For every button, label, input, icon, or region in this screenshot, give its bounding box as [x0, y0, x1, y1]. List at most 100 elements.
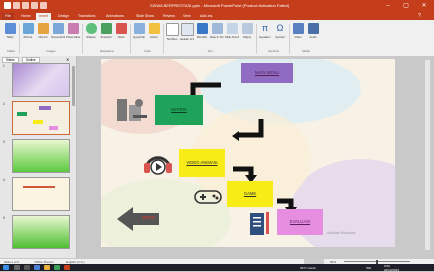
main-menu-box[interactable]: MAIN MENU — [241, 63, 293, 83]
help-icon[interactable]: ? — [418, 13, 421, 19]
shapes-icon — [85, 23, 97, 34]
maximize-button[interactable]: ▢ — [400, 2, 412, 10]
window-title: SISWA BERPRESTASI.pptx - Microsoft Power… — [150, 3, 290, 8]
back-label[interactable]: BACK — [137, 212, 161, 224]
minimize-button[interactable]: – — [382, 2, 394, 10]
video-animasi-box[interactable]: VIDEO ANIMASI — [179, 149, 225, 177]
slide-canvas[interactable]: MAIN MENU MATERI VIDEO ANIMASI GAME EVAL… — [101, 59, 395, 247]
powerpoint-logo-icon — [4, 2, 11, 9]
reading-student-icon — [117, 99, 147, 121]
symbol-icon: Ω — [274, 23, 286, 34]
tab-design[interactable]: Design — [55, 13, 72, 20]
save-icon[interactable] — [13, 2, 20, 9]
shapes-button[interactable]: Shapes — [84, 23, 98, 45]
audio-button[interactable]: Audio — [306, 23, 320, 45]
picture-icon — [22, 23, 34, 34]
slide-number-icon — [226, 23, 238, 34]
tab-view[interactable]: View — [180, 13, 194, 20]
thumb-shape — [49, 126, 58, 130]
separator — [19, 24, 20, 54]
ribbon-tabs: File Home Insert Design Transitions Anim… — [0, 12, 434, 20]
edge-icon[interactable] — [34, 265, 40, 270]
slide-thumbnail-1[interactable] — [12, 63, 70, 97]
tab-transitions[interactable]: Transitions — [75, 13, 98, 20]
taskbar: 32°C Cerah IND 9:00 20/12/2023 — [0, 264, 434, 272]
thumb-shape — [17, 112, 27, 116]
slide-number: 2 — [3, 102, 5, 106]
equation-icon: π — [259, 23, 271, 34]
smartart-button[interactable]: SmartArt — [99, 23, 113, 45]
group-illustrations: Illustrations — [99, 49, 115, 53]
search-icon[interactable] — [14, 265, 20, 270]
game-box[interactable]: GAME — [227, 181, 273, 207]
date-time-button[interactable]: Date & Time — [210, 23, 224, 45]
date-time-icon — [211, 23, 223, 34]
group-symbols: Symbols — [268, 49, 279, 53]
separator — [130, 24, 131, 54]
photo-album-button[interactable]: Photo Album — [66, 23, 80, 45]
group-links: Links — [144, 49, 151, 53]
video-button[interactable]: Video — [291, 23, 305, 45]
activate-windows-watermark: Activate Windows — [327, 231, 356, 235]
slide-thumbnail-3[interactable] — [12, 139, 70, 173]
table-button[interactable]: Table — [3, 23, 17, 45]
group-images: Images — [46, 49, 56, 53]
object-button[interactable]: Object — [240, 23, 254, 45]
header-footer-button[interactable]: Header & Footer — [180, 23, 194, 45]
tab-file[interactable]: File — [2, 13, 14, 20]
clip-art-button[interactable]: Clip Art — [36, 23, 50, 45]
table-icon — [4, 23, 16, 34]
wordart-button[interactable]: WordArt — [195, 23, 209, 45]
tab-insert[interactable]: Insert — [36, 13, 51, 20]
thumb-shape — [23, 186, 55, 188]
redo-icon[interactable] — [31, 2, 38, 9]
thumb-shape — [33, 120, 43, 124]
audio-icon — [307, 23, 319, 34]
task-view-icon[interactable] — [24, 265, 30, 270]
chart-button[interactable]: Chart — [114, 23, 128, 45]
picture-button[interactable]: Picture — [21, 23, 35, 45]
action-button[interactable]: Action — [147, 23, 161, 45]
hyperlink-icon — [133, 23, 145, 34]
text-box-button[interactable]: Text Box — [165, 23, 179, 45]
slide-thumbnail-2[interactable] — [12, 101, 70, 135]
tab-home[interactable]: Home — [18, 13, 34, 20]
smartart-icon — [100, 23, 112, 34]
evaluasi-box[interactable]: EVALUASI — [277, 209, 323, 235]
separator — [289, 24, 290, 54]
slide-number-button[interactable]: Slide Number — [225, 23, 239, 45]
start-icon[interactable] — [3, 265, 9, 270]
clip-art-icon — [37, 23, 49, 34]
quick-access-toolbar — [4, 2, 47, 9]
tab-slide-show[interactable]: Slide Show — [133, 13, 157, 20]
customize-qat-icon[interactable] — [40, 2, 47, 9]
hyperlink-button[interactable]: Hyperlink — [132, 23, 146, 45]
gamepad-icon — [194, 190, 222, 204]
separator — [163, 24, 164, 54]
materi-box[interactable]: MATERI — [155, 95, 203, 125]
slide-thumbnail-panel: Slides Outline ✕ 1 2 3 4 5 — [0, 56, 77, 258]
language-tray[interactable]: IND — [366, 266, 371, 270]
separator — [82, 24, 83, 54]
file-explorer-icon[interactable] — [44, 265, 50, 270]
photo-album-icon — [67, 23, 79, 34]
undo-icon[interactable] — [22, 2, 29, 9]
powerpoint-taskbar-icon[interactable] — [64, 265, 70, 270]
weather-widget[interactable]: 32°C Cerah — [300, 266, 316, 270]
close-button[interactable]: ✕ — [418, 2, 430, 10]
equation-button[interactable]: π Equation — [258, 23, 272, 45]
slide-thumbnail-5[interactable] — [12, 215, 70, 249]
panel-scrollbar[interactable] — [72, 66, 75, 106]
object-icon — [241, 23, 253, 34]
tab-add-ins[interactable]: Add-Ins — [197, 13, 215, 20]
slide-thumbnail-4[interactable] — [12, 177, 70, 211]
store-icon[interactable] — [54, 265, 60, 270]
symbol-button[interactable]: Ω Symbol — [273, 23, 287, 45]
tab-animations[interactable]: Animations — [103, 13, 127, 20]
vertical-scrollbar[interactable] — [425, 60, 430, 250]
close-panel-icon[interactable]: ✕ — [66, 57, 69, 62]
screenshot-button[interactable]: Screenshot — [51, 23, 65, 45]
group-media: Media — [302, 49, 310, 53]
tab-review[interactable]: Review — [160, 13, 178, 20]
ribbon: Table Picture Clip Art Screenshot Photo … — [0, 20, 434, 57]
